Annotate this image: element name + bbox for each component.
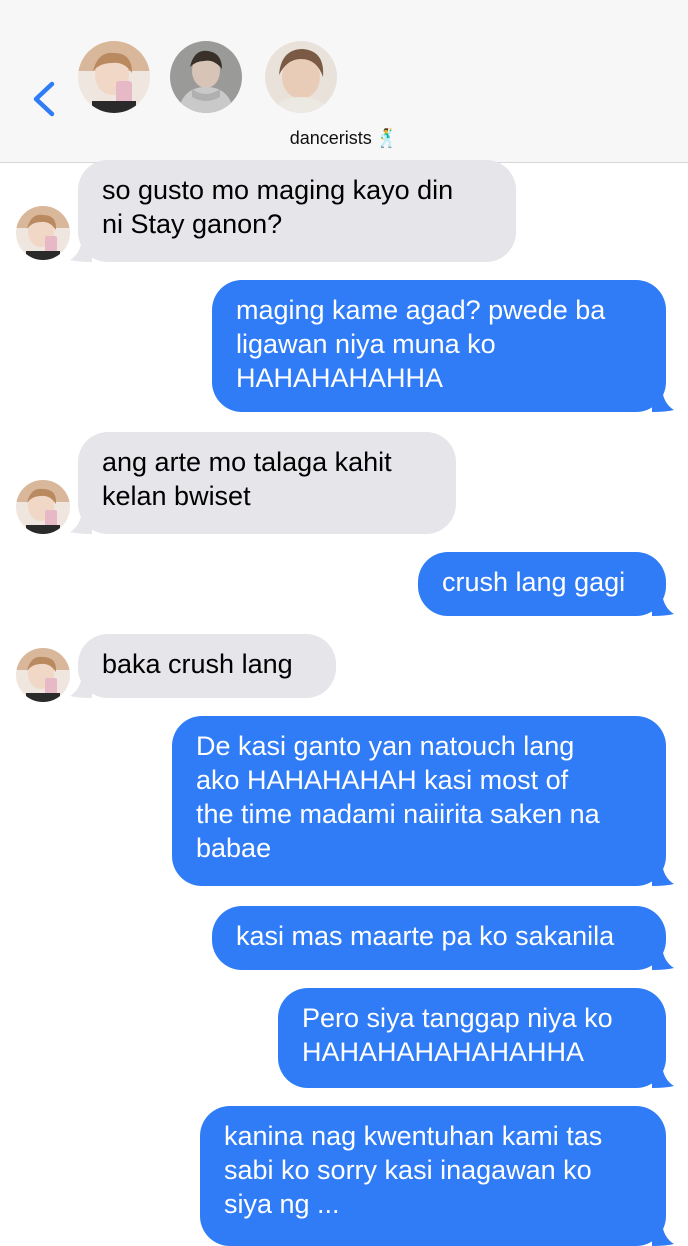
outgoing-tail-icon	[652, 864, 674, 886]
group-title[interactable]: dancerists 🕺	[0, 128, 688, 149]
outgoing-tail-icon	[652, 948, 674, 970]
outgoing-message-bubble[interactable]: kanina nag kwentuhan kami tas sabi ko sor…	[200, 1106, 666, 1246]
sender-avatar[interactable]	[16, 648, 70, 702]
message-text-line: maging kame agad? pwede ba	[236, 295, 606, 325]
message-text-line: kanina nag kwentuhan kami tas	[224, 1121, 603, 1151]
message-text-line: Pero siya tanggap niya ko	[302, 1003, 613, 1033]
message-text-line: HAHAHAHAHHA	[236, 363, 444, 393]
message-text-line: HAHAHAHAHAHAHHA	[302, 1037, 585, 1067]
message-text-line: crush lang gagi	[442, 567, 626, 597]
sender-avatar[interactable]	[16, 480, 70, 534]
message-text-line: sabi ko sorry kasi inagawan ko	[224, 1155, 592, 1185]
sender-avatar[interactable]	[16, 206, 70, 260]
chevron-left-icon	[33, 81, 55, 117]
outgoing-message-bubble[interactable]: De kasi ganto yan natouch lang ako HAHAHA…	[172, 716, 666, 886]
message-text-line: ako HAHAHAHAH kasi most of	[196, 765, 569, 795]
message-text-line: ni Stay ganon?	[102, 209, 283, 239]
message-text-line: kelan bwiset	[102, 481, 251, 511]
header-avatar-1[interactable]	[78, 41, 150, 113]
outgoing-tail-icon	[652, 1224, 674, 1246]
outgoing-tail-icon	[652, 390, 674, 412]
outgoing-message-bubble[interactable]: kasi mas maarte pa ko sakanila	[212, 906, 666, 970]
message-text-line: babae	[196, 833, 272, 863]
incoming-message-bubble[interactable]: baka crush lang	[78, 634, 336, 698]
outgoing-message-bubble[interactable]: maging kame agad? pwede ba ligawan niya m…	[212, 280, 666, 412]
outgoing-message-bubble[interactable]: Pero siya tanggap niya ko HAHAHAHAHAHAHHA	[278, 988, 666, 1088]
incoming-message-bubble[interactable]: so gusto mo maging kayo din ni Stay ganon…	[78, 160, 516, 262]
incoming-tail-icon	[70, 676, 92, 698]
conversation-header: dancerists 🕺	[0, 0, 688, 163]
message-text-line: baka crush lang	[102, 649, 293, 679]
incoming-message-bubble[interactable]: ang arte mo talaga kahit kelan bwiset	[78, 432, 456, 534]
message-text-line: so gusto mo maging kayo din	[102, 175, 454, 205]
group-name-text: dancerists	[289, 128, 372, 148]
dancer-emoji-icon: 🕺	[375, 128, 399, 148]
message-text-line: De kasi ganto yan natouch lang	[196, 731, 575, 761]
incoming-tail-icon	[70, 512, 92, 534]
message-text-line: ligawan niya muna ko	[236, 329, 496, 359]
message-text-line: kasi mas maarte pa ko sakanila	[236, 921, 615, 951]
outgoing-message-bubble[interactable]: crush lang gagi	[418, 552, 666, 616]
message-text-line: the time madami naiirita saken na	[196, 799, 600, 829]
message-text-line: siya ng ...	[224, 1189, 340, 1219]
outgoing-tail-icon	[652, 594, 674, 616]
back-button[interactable]	[28, 78, 60, 120]
message-text-line: ang arte mo talaga kahit	[102, 447, 392, 477]
incoming-tail-icon	[70, 240, 92, 262]
header-avatar-3[interactable]	[265, 41, 337, 113]
outgoing-tail-icon	[652, 1066, 674, 1088]
header-avatar-2[interactable]	[170, 41, 242, 113]
